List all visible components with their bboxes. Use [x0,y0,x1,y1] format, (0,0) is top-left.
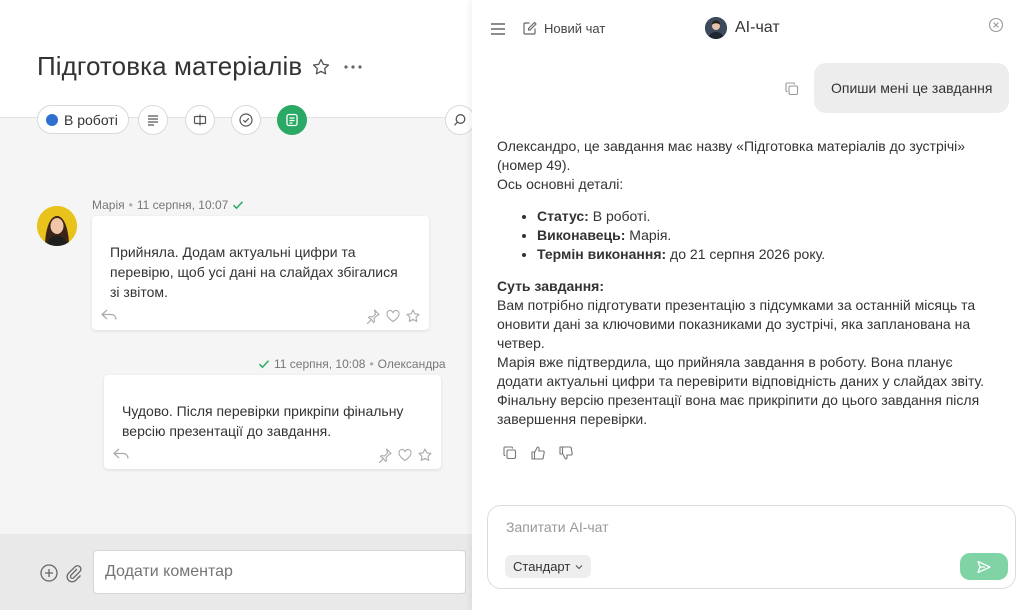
star-icon[interactable] [417,447,433,463]
text-lines-icon [145,112,161,128]
answer-actions [502,445,574,461]
answer-detail-status: Статус: В роботі. [537,207,997,226]
message-bubble: Чудово. Після перевірки прикріпи фінальн… [104,375,441,469]
meta-separator: • [128,198,133,212]
answer-essence-text: Вам потрібно підготувати презентацію з п… [497,297,976,351]
ai-chat-panel: Новий чат AI-чат Опиши мені це завдання … [472,0,1024,610]
task-title: Підготовка матеріалів [37,51,303,81]
new-chat-button[interactable]: Новий чат [522,20,605,36]
search-button[interactable] [445,105,472,135]
comments-button[interactable] [277,105,307,135]
message-text: Прийняла. Додам актуальні цифри та перев… [110,244,398,300]
task-header: Підготовка матеріалів [0,0,472,118]
message-actions [100,308,421,324]
copy-icon[interactable] [784,81,800,97]
message-time: 11 серпня, 10:08 [274,357,366,371]
message-time: 11 серпня, 10:07 [136,198,229,212]
send-icon [976,559,992,575]
menu-icon[interactable] [489,20,507,38]
description-button[interactable] [138,105,168,135]
attach-icon[interactable] [64,563,84,583]
comment-icon [284,112,300,128]
meta-separator: • [369,357,374,371]
edit-icon [522,20,538,36]
message-author: Олександра [377,357,446,371]
ai-chat-title: AI-чат [705,17,780,39]
status-label: В роботі [64,111,118,128]
chevron-down-icon [575,564,583,570]
ai-chat-label: AI-чат [735,19,780,36]
add-icon[interactable] [39,563,59,583]
answer-progress-text: Марія вже підтвердила, що прийняла завда… [497,354,985,427]
ai-avatar [705,17,727,39]
more-icon[interactable] [342,57,364,77]
check-icon [258,359,270,369]
answer-intro: Олександро, це завдання має назву «Підго… [497,138,966,173]
thumbs-up-icon[interactable] [530,445,546,461]
star-icon[interactable] [405,308,421,324]
status-button[interactable]: В роботі [37,105,129,134]
answer-detail-deadline: Термін виконання: до 21 серпня 2026 року… [537,245,997,264]
message-actions [112,447,433,463]
mode-select[interactable]: Стандарт [505,555,592,578]
message-meta: 11 серпня, 10:08 • Олександра [258,357,446,371]
reply-icon[interactable] [100,308,118,322]
heart-icon[interactable] [385,308,401,324]
thumbs-down-icon[interactable] [558,445,574,461]
answer-detail-assignee: Виконавець: Марія. [537,226,997,245]
pin-icon[interactable] [365,308,381,324]
message-text: Чудово. Після перевірки прикріпи фінальн… [122,403,404,439]
check-circle-icon [238,112,254,128]
comment-input[interactable] [93,550,466,594]
ai-chat-input-box[interactable]: Запитати AI-чат Стандарт [487,505,1016,589]
answer-details-list: Статус: В роботі. Виконавець: Марія. Тер… [497,207,997,264]
avatar-mariia[interactable] [37,206,77,246]
mode-label: Стандарт [513,559,571,574]
close-icon[interactable] [988,17,1004,33]
checklist-button[interactable] [231,105,261,135]
pin-icon[interactable] [377,447,393,463]
new-chat-label: Новий чат [544,20,606,36]
send-button[interactable] [960,553,1008,580]
copy-icon[interactable] [502,445,518,461]
search-icon [452,112,468,128]
heart-icon[interactable] [397,447,413,463]
reply-icon[interactable] [112,447,130,461]
answer-essence-title: Суть завдання: [497,278,605,294]
ai-chat-input[interactable]: Запитати AI-чат [506,519,609,535]
ai-answer: Олександро, це завдання має назву «Підго… [497,137,997,429]
details-button[interactable] [185,105,215,135]
message-author: Марія [92,198,125,212]
answer-details-label: Ось основні деталі: [497,176,624,192]
columns-icon [192,112,208,128]
status-dot [46,113,58,126]
star-icon[interactable] [311,57,331,77]
user-message: Опиши мені це завдання [814,63,1010,113]
message-meta: Марія • 11 серпня, 10:07 [92,198,244,212]
check-icon [232,200,244,210]
task-panel: Підготовка матеріалів В роботі Марія • 1… [0,0,472,610]
message-bubble: Прийняла. Додам актуальні цифри та перев… [92,216,429,330]
